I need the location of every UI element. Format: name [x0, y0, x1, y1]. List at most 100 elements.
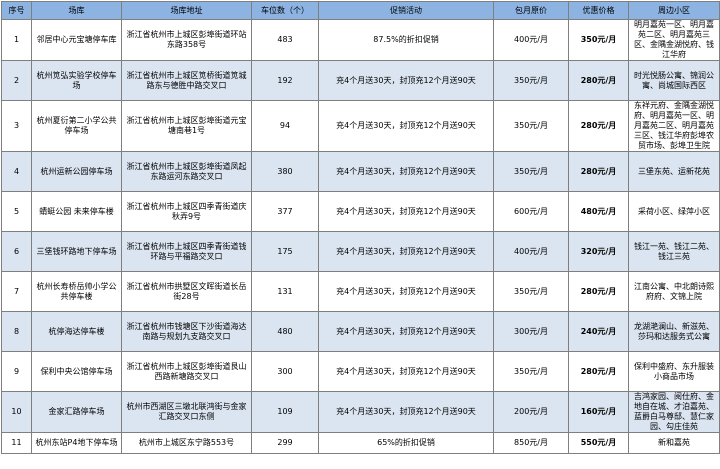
cell-spaces: 377: [251, 191, 319, 232]
cell-no: 9: [1, 351, 32, 392]
cell-nearby: 东祥元府、金隅金湖悦府、明月嘉苑一区、明月嘉苑二区、明月嘉苑三区、钱江华府彭埠农…: [628, 100, 720, 152]
cell-discount-price: 280元/月: [568, 100, 629, 152]
table-row: 3 杭州夏衍第二小学公共停车场 浙江省杭州市上城区彭埠街道元宝塘南巷1号 94 …: [1, 100, 720, 152]
cell-discount-price: 280元/月: [568, 271, 629, 312]
cell-discount-price: 280元/月: [568, 351, 629, 392]
cell-promo: 充4个月送30天，封顶充12个月送90天: [318, 60, 494, 101]
cell-promo: 充4个月送30天，封顶充12个月送90天: [318, 231, 494, 272]
cell-address: 浙江省杭州市上城区四季青街道庆秋弄9号: [121, 191, 252, 232]
cell-original-price: 350元/月: [493, 60, 569, 101]
table-row: 4 杭州运新公园停车场 浙江省杭州市上城区彭埠街道凤起东路运河东路交叉口 380…: [1, 151, 720, 192]
cell-original-price: 350元/月: [493, 100, 569, 152]
cell-promo: 充4个月送30天，封顶充12个月送90天: [318, 391, 494, 433]
cell-address: 浙江省杭州市上城区四季青街道钱环路与平福路交叉口: [121, 231, 252, 272]
cell-no: 2: [1, 60, 32, 101]
cell-address: 杭州市西湖区三墩北联鸿街与金家汇路交叉口东侧: [121, 391, 252, 433]
cell-name: 杭州东站P4地下停车场: [31, 432, 122, 454]
cell-original-price: 350元/月: [493, 351, 569, 392]
cell-spaces: 300: [251, 351, 319, 392]
column-header-name: 场库: [31, 1, 122, 20]
cell-original-price: 200元/月: [493, 391, 569, 433]
cell-no: 7: [1, 271, 32, 312]
cell-nearby: 明月嘉苑一区、明月嘉苑二区、明月嘉苑三区、金隅金湖悦府、钱江华府: [628, 19, 720, 61]
cell-address: 浙江省杭州市上城区彭埠街道元宝塘南巷1号: [121, 100, 252, 152]
table-row: 11 杭州东站P4地下停车场 杭州市上城区东宁路553号 299 65%的折扣促…: [1, 432, 720, 454]
cell-original-price: 850元/月: [493, 432, 569, 454]
column-header-promo: 促销活动: [318, 1, 494, 20]
cell-no: 8: [1, 311, 32, 352]
cell-no: 5: [1, 191, 32, 232]
cell-address: 浙江省杭州市拱墅区文晖街道长岳街28号: [121, 271, 252, 312]
table-row: 8 杭停海达停车楼 浙江省杭州市钱塘区下沙街道海达南路与规划九支路交叉口 480…: [1, 311, 720, 352]
column-header-nearby: 周边小区: [628, 1, 720, 20]
cell-name: 杭州夏衍第二小学公共停车场: [31, 100, 122, 152]
cell-original-price: 350元/月: [493, 271, 569, 312]
cell-address: 浙江省杭州市上城区彭埠街道环站东路358号: [121, 19, 252, 61]
cell-promo: 65%的折扣促销: [318, 432, 494, 454]
cell-nearby: 江南公寓、中北朗诗熙府府、文锦上院: [628, 271, 720, 312]
cell-address: 浙江省杭州市上城区笕桥街道笕城路东与德胜中路交叉口: [121, 60, 252, 101]
cell-promo: 充4个月送30天，封顶充12个月送90天: [318, 311, 494, 352]
cell-spaces: 109: [251, 391, 319, 433]
cell-nearby: 龙湖滟澜山、新滋苑、莎玛和达服务式公寓: [628, 311, 720, 352]
cell-no: 11: [1, 432, 32, 454]
parking-table-container: 序号 场库 场库地址 车位数（个） 促销活动 包月原价 优惠价格 周边小区 1 …: [1, 1, 720, 467]
cell-no: 6: [1, 231, 32, 272]
cell-original-price: 400元/月: [493, 19, 569, 61]
cell-name: 三堡钱环路地下停车场: [31, 231, 122, 272]
cell-name: 金家汇路停车场: [31, 391, 122, 433]
cell-promo: 充4个月送30天，封顶充12个月送90天: [318, 151, 494, 192]
cell-address: 杭州市上城区东宁路553号: [121, 432, 252, 454]
cell-discount-price: 240元/月: [568, 311, 629, 352]
column-header-original-price: 包月原价: [493, 1, 569, 20]
header-row: 序号 场库 场库地址 车位数（个） 促销活动 包月原价 优惠价格 周边小区: [1, 1, 720, 20]
cell-discount-price: 280元/月: [568, 60, 629, 101]
cell-spaces: 299: [251, 432, 319, 454]
table-row: 2 杭州笕弘实验学校停车场 浙江省杭州市上城区笕桥街道笕城路东与德胜中路交叉口 …: [1, 60, 720, 101]
cell-discount-price: 160元/月: [568, 391, 629, 433]
table-row: 10 金家汇路停车场 杭州市西湖区三墩北联鸿街与金家汇路交叉口东侧 109 充4…: [1, 391, 720, 433]
cell-original-price: 350元/月: [493, 151, 569, 192]
cell-nearby: 钱江一苑、钱江二苑、钱江三苑: [628, 231, 720, 272]
cell-name: 保利中央公馆停车场: [31, 351, 122, 392]
cell-original-price: 300元/月: [493, 311, 569, 352]
cell-promo: 充4个月送30天，封顶充12个月送90天: [318, 100, 494, 152]
cell-address: 浙江省杭州市上城区彭埠街道艮山西路新塘路交叉口: [121, 351, 252, 392]
cell-promo: 充4个月送30天，封顶充12个月送90天: [318, 351, 494, 392]
cell-no: 1: [1, 19, 32, 61]
cell-no: 4: [1, 151, 32, 192]
cell-promo: 充4个月送30天，封顶充12个月送90天: [318, 271, 494, 312]
column-header-no: 序号: [1, 1, 32, 20]
cell-nearby: 新和嘉苑: [628, 432, 720, 454]
table-row: 5 蜻蜓公园 未来停车楼 浙江省杭州市上城区四季青街道庆秋弄9号 377 充4个…: [1, 191, 720, 232]
cell-original-price: 400元/月: [493, 231, 569, 272]
cell-discount-price: 280元/月: [568, 151, 629, 192]
cell-spaces: 175: [251, 231, 319, 272]
column-header-discount-price: 优惠价格: [568, 1, 629, 20]
table-row: 7 杭州长寿桥岳帅小学公共停车楼 浙江省杭州市拱墅区文晖街道长岳街28号 131…: [1, 271, 720, 312]
cell-name: 邻居中心元宝塘停车库: [31, 19, 122, 61]
cell-nearby: 保利中盛府、东升服装小商品市场: [628, 351, 720, 392]
cell-nearby: 吉鸿家园、阅仕府、金地自在城、才泊嘉苑、蓝爵白马尊邸、慧仁家园、勾庄佳苑: [628, 391, 720, 433]
cell-promo: 87.5%的折扣促销: [318, 19, 494, 61]
table-row: 9 保利中央公馆停车场 浙江省杭州市上城区彭埠街道艮山西路新塘路交叉口 300 …: [1, 351, 720, 392]
cell-promo: 充4个月送30天，封顶充12个月送90天: [318, 191, 494, 232]
column-header-address: 场库地址: [121, 1, 252, 20]
cell-discount-price: 480元/月: [568, 191, 629, 232]
cell-spaces: 131: [251, 271, 319, 312]
cell-spaces: 483: [251, 19, 319, 61]
cell-nearby: 采荷小区、绿萍小区: [628, 191, 720, 232]
cell-discount-price: 550元/月: [568, 432, 629, 454]
cell-name: 蜻蜓公园 未来停车楼: [31, 191, 122, 232]
cell-name: 杭州长寿桥岳帅小学公共停车楼: [31, 271, 122, 312]
cell-name: 杭停海达停车楼: [31, 311, 122, 352]
cell-original-price: 600元/月: [493, 191, 569, 232]
cell-address: 浙江省杭州市上城区彭埠街道凤起东路运河东路交叉口: [121, 151, 252, 192]
cell-spaces: 480: [251, 311, 319, 352]
parking-table: 序号 场库 场库地址 车位数（个） 促销活动 包月原价 优惠价格 周边小区 1 …: [1, 1, 720, 454]
cell-name: 杭州运新公园停车场: [31, 151, 122, 192]
cell-no: 10: [1, 391, 32, 433]
cell-discount-price: 350元/月: [568, 19, 629, 61]
cell-spaces: 380: [251, 151, 319, 192]
cell-spaces: 192: [251, 60, 319, 101]
